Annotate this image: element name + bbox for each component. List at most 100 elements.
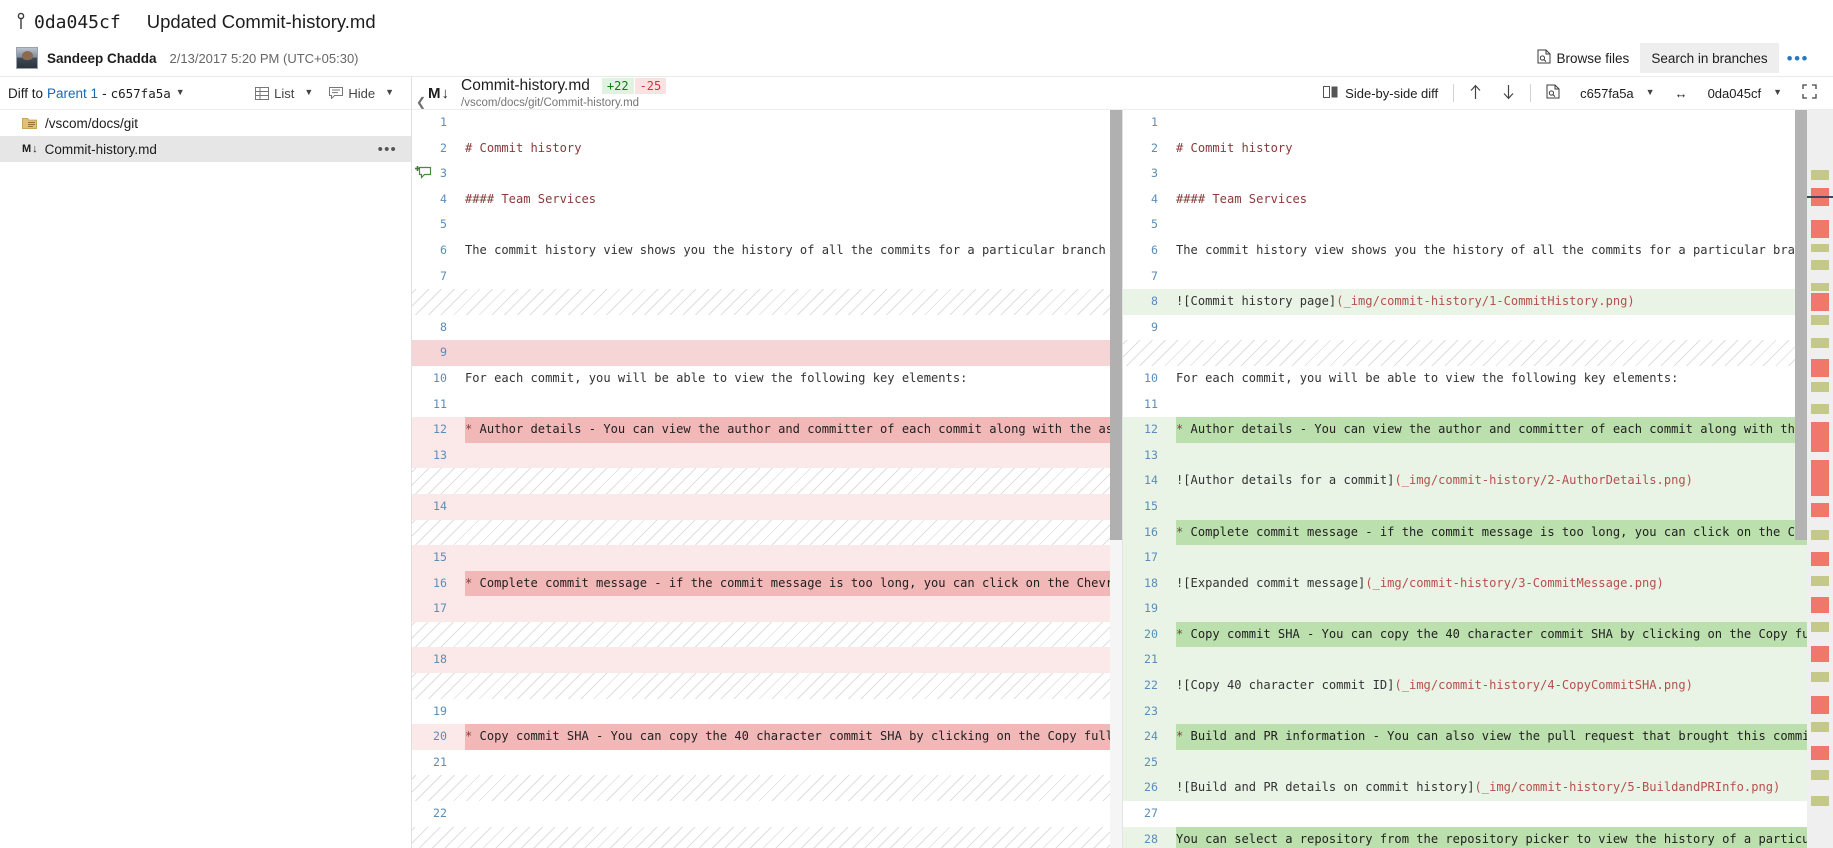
previous-difference-button[interactable] <box>1459 78 1492 108</box>
add-comment-icon[interactable] <box>415 165 433 183</box>
diff-line[interactable]: 18 ![Expanded commit message] (_img/commit… <box>1123 570 1833 597</box>
minimap-change-marker[interactable] <box>1811 796 1829 806</box>
diff-line[interactable]: 9 <box>412 340 1122 366</box>
minimap-change-marker[interactable] <box>1811 359 1829 377</box>
parent-sha[interactable]: c657fa5a <box>111 86 171 101</box>
minimap-change-marker[interactable] <box>1811 338 1829 348</box>
diff-line[interactable]: 23 <box>1123 698 1833 725</box>
header-more-button[interactable]: ••• <box>1779 43 1819 73</box>
swap-versions-button[interactable]: ↔ <box>1665 78 1698 108</box>
diff-line[interactable]: 14 ![Author details for a commit] (_img/co… <box>1123 468 1833 494</box>
diff-line[interactable]: 3 <box>412 161 1122 187</box>
diff-line[interactable]: 2 # Commit history <box>1123 136 1833 162</box>
original-scrollbar[interactable] <box>1110 110 1122 848</box>
diff-line[interactable] <box>1123 340 1833 366</box>
diff-line[interactable]: 5 <box>1123 212 1833 238</box>
file-row[interactable]: M ↓ Commit-history.md ••• <box>0 136 411 162</box>
side-by-side-diff-button[interactable]: Side-by-side diff <box>1313 78 1448 108</box>
diff-line[interactable] <box>412 468 1122 494</box>
diff-line[interactable]: 17 <box>1123 545 1833 571</box>
diff-line[interactable]: 10 For each commit, you will be able to v… <box>412 366 1122 392</box>
diff-line[interactable]: 19 <box>1123 596 1833 622</box>
diff-line[interactable]: 2 # Commit history <box>412 136 1122 162</box>
diff-line[interactable]: 16 * Complete commit message - if the com… <box>1123 519 1833 546</box>
diff-line[interactable]: 12 * Author details - You can view the au… <box>1123 417 1833 443</box>
minimap-change-marker[interactable] <box>1811 746 1829 760</box>
diff-line[interactable]: 4 #### Team Services <box>1123 187 1833 213</box>
minimap-change-marker[interactable] <box>1811 770 1829 780</box>
diff-line[interactable]: 24 * Build and PR information - You can a… <box>1123 724 1833 750</box>
minimap-change-marker[interactable] <box>1811 404 1829 414</box>
diff-line[interactable] <box>412 826 1122 848</box>
diff-line[interactable]: 12 * Author details - You can view the a… <box>412 417 1122 443</box>
diff-line[interactable]: 8 <box>412 315 1122 341</box>
diff-line[interactable]: 21 <box>412 750 1122 776</box>
commit-sha[interactable]: 0da045cf <box>34 12 121 33</box>
diff-line[interactable] <box>412 775 1122 802</box>
minimap-change-marker[interactable] <box>1811 244 1829 252</box>
diff-line[interactable]: 3 <box>1123 161 1833 187</box>
minimap-change-marker[interactable] <box>1811 530 1829 540</box>
target-version-picker[interactable]: 0da045cf ▼ <box>1698 78 1792 108</box>
diff-original-side[interactable]: 1 2 # Commit history 3 4 #### Team Services 5 6… <box>412 110 1122 848</box>
diff-line[interactable]: 7 <box>1123 264 1833 290</box>
view-mode-list-button[interactable]: List ▼ <box>248 80 320 106</box>
diff-line[interactable]: 8 ![Commit history page] (_img/commit-hist… <box>1123 289 1833 315</box>
chevron-down-icon[interactable]: ▼ <box>176 87 185 97</box>
diff-line[interactable]: 10 For each commit, you will be able to v… <box>1123 366 1833 392</box>
diff-line[interactable]: 13 <box>412 442 1122 469</box>
diff-line[interactable]: 4 #### Team Services <box>412 187 1122 213</box>
diff-line[interactable]: 20 * Copy commit SHA - You can copy the 4… <box>1123 621 1833 648</box>
diff-minimap[interactable] <box>1807 110 1833 848</box>
diff-line[interactable]: 1 <box>1123 110 1833 136</box>
minimap-change-marker[interactable] <box>1811 293 1829 311</box>
diff-line[interactable]: 26 ![Build and PR details on commit histo… <box>1123 775 1833 802</box>
parent-link[interactable]: Parent 1 <box>47 86 98 101</box>
diff-line[interactable]: 13 <box>1123 442 1833 469</box>
diff-line[interactable]: 28 You can select a repository from the r… <box>1123 826 1833 848</box>
diff-line[interactable] <box>412 289 1122 315</box>
diff-line[interactable]: 18 <box>412 647 1122 674</box>
minimap-change-marker[interactable] <box>1811 672 1829 682</box>
diff-line[interactable]: 22 ![Copy 40 character commit ID] (_img/co… <box>1123 673 1833 699</box>
minimap-change-marker[interactable] <box>1811 422 1829 452</box>
minimap-change-marker[interactable] <box>1811 460 1829 496</box>
diff-line[interactable]: 20 * Copy commit SHA - You can copy the … <box>412 724 1122 750</box>
diff-line[interactable]: 5 <box>412 212 1122 238</box>
diff-line[interactable] <box>412 519 1122 546</box>
minimap-change-marker[interactable] <box>1811 382 1829 392</box>
minimap-change-marker[interactable] <box>1811 552 1829 566</box>
base-version-picker[interactable]: c657fa5a ▼ <box>1570 78 1664 108</box>
minimap-change-marker[interactable] <box>1811 722 1829 732</box>
folder-row[interactable]: /vscom/docs/git <box>0 110 411 136</box>
diff-line[interactable]: 21 <box>1123 647 1833 674</box>
diff-line[interactable]: 16 * Complete commit message - if the co… <box>412 570 1122 597</box>
browse-files-button[interactable]: Browse files <box>1526 43 1641 73</box>
diff-modified-side[interactable]: 1 2 # Commit history 3 4 #### Team Services 5 6… <box>1123 110 1833 848</box>
diff-line[interactable]: 9 <box>1123 315 1833 341</box>
scrollbar-thumb[interactable] <box>1795 110 1807 540</box>
diff-line[interactable]: 17 <box>412 596 1122 622</box>
diff-line[interactable] <box>412 673 1122 699</box>
minimap-change-marker[interactable] <box>1811 646 1829 662</box>
diff-line[interactable]: 15 <box>412 545 1122 571</box>
diff-line[interactable]: 11 <box>1123 392 1833 418</box>
diff-line[interactable]: 6 The commit history view shows you the h… <box>1123 238 1833 264</box>
search-in-branches-button[interactable]: Search in branches <box>1640 43 1779 73</box>
minimap-change-marker[interactable] <box>1811 315 1829 325</box>
minimap-change-marker[interactable] <box>1811 283 1829 291</box>
diff-line[interactable]: 19 <box>412 699 1122 725</box>
fullscreen-button[interactable] <box>1792 78 1827 108</box>
diff-line[interactable]: 15 <box>1123 493 1833 520</box>
diff-line[interactable]: 22 <box>412 801 1122 827</box>
next-difference-button[interactable] <box>1492 78 1525 108</box>
diff-line[interactable]: 25 <box>1123 749 1833 776</box>
diff-line[interactable]: 6 The commit history view shows you the h… <box>412 238 1122 264</box>
diff-line[interactable]: 27 <box>1123 801 1833 827</box>
browse-file-button[interactable] <box>1536 78 1570 108</box>
minimap-change-marker[interactable] <box>1811 576 1829 586</box>
diff-line[interactable]: 1 <box>412 110 1122 136</box>
hide-comments-button[interactable]: Hide ▼ <box>322 80 401 106</box>
minimap-change-marker[interactable] <box>1811 503 1829 517</box>
minimap-change-marker[interactable] <box>1811 622 1829 632</box>
